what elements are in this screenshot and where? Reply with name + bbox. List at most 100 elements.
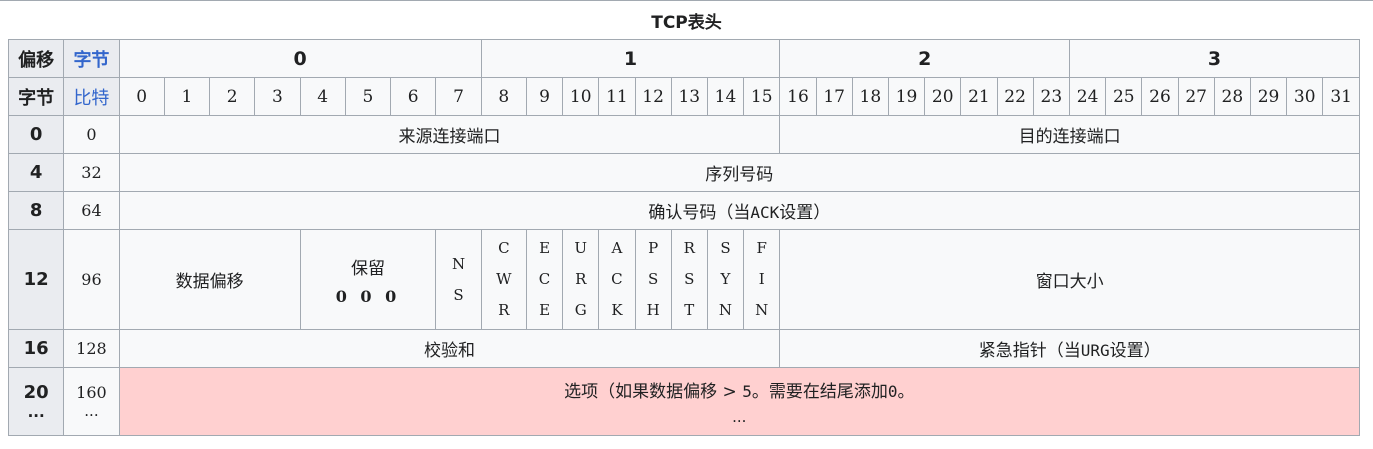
- reserved-field: 保留 0 0 0: [299, 229, 437, 330]
- options-label: 选项（如果数据偏移 > 5。需要在结尾添加0。: [564, 382, 914, 402]
- flag-letter: H: [646, 301, 660, 319]
- sequence-number-field: 序列号码: [118, 153, 1361, 192]
- urg-flag-name: URG: [1080, 341, 1110, 360]
- flag-fin: FIN: [743, 229, 781, 330]
- row-bit-offset-value: 160: [76, 383, 107, 402]
- bit-4-header: 4: [299, 77, 346, 116]
- ack-number-label: 确认号码（当: [648, 203, 751, 223]
- bit-2-header: 2: [209, 77, 256, 116]
- urgent-pointer-label-tail: 设置）: [1109, 341, 1161, 361]
- flag-letter: E: [539, 301, 551, 319]
- bit-6-header: 6: [390, 77, 437, 116]
- flag-letter: G: [574, 301, 587, 319]
- bit-27-header: 27: [1177, 77, 1215, 116]
- options-ellipsis: ...: [732, 408, 747, 426]
- bit-29-header: 29: [1249, 77, 1288, 116]
- bit-5-header: 5: [344, 77, 392, 116]
- source-port-field: 来源连接端口: [118, 115, 781, 154]
- reserved-label: 保留: [350, 258, 385, 279]
- bit-30-header: 30: [1286, 77, 1324, 116]
- flag-rst: RST: [670, 229, 708, 330]
- flag-letter: N: [718, 301, 733, 319]
- row-bit-offset: 64: [63, 191, 120, 230]
- row-offset: 16: [7, 329, 65, 368]
- flag-cwr: CWR: [480, 229, 527, 330]
- flag-letter: U: [574, 239, 588, 257]
- flag-ece: ECE: [525, 229, 564, 330]
- bit-10-header: 10: [562, 77, 600, 116]
- flag-syn: SYN: [706, 229, 745, 330]
- flag-letter: F: [756, 239, 767, 257]
- flag-letter: N: [451, 254, 466, 273]
- flag-letter: S: [453, 285, 464, 304]
- options-text-b: 5: [742, 382, 752, 401]
- top-rule: [0, 0, 1373, 1]
- ack-number-field: 确认号码（当ACK设置）: [118, 191, 1361, 230]
- row-offset: 0: [7, 115, 65, 154]
- bit-26-header: 26: [1141, 77, 1179, 116]
- bit-7-header: 7: [435, 77, 482, 116]
- flag-letter: R: [498, 301, 510, 319]
- urgent-pointer-field: 紧急指针（当URG设置）: [779, 329, 1360, 368]
- row-bit-offset: 160 ...: [63, 367, 120, 436]
- bit-14-header: 14: [706, 77, 745, 116]
- bit-header-row: 字节 比特 0 1 2 3 4 5 6 7 8 9 10 11 12 13 14 15 16 17 18 19 20 21…: [7, 77, 1360, 116]
- flag-letter: A: [611, 239, 623, 257]
- flag-letter: N: [755, 301, 769, 319]
- flag-letter: S: [647, 270, 659, 288]
- byte-0-header: 0: [118, 39, 482, 78]
- options-text-a: 选项（如果数据偏移 >: [564, 382, 743, 402]
- byte-header-row: 偏移 字节 0 1 2 3: [7, 39, 1360, 78]
- bit-21-header: 21: [960, 77, 998, 116]
- flag-ns: NS: [435, 229, 482, 330]
- row-offset: 20 ...: [7, 367, 65, 436]
- data-offset-field: 数据偏移: [118, 229, 301, 330]
- flag-letter: W: [496, 270, 512, 288]
- flag-letter: K: [611, 301, 623, 319]
- bit-label: 比特: [63, 77, 120, 116]
- options-field: 选项（如果数据偏移 > 5。需要在结尾添加0。 ...: [118, 367, 1361, 436]
- bit-20-header: 20: [924, 77, 962, 116]
- row-offset-0: 0 0 来源连接端口 目的连接端口: [7, 115, 1360, 154]
- row-offset-ellipsis: ...: [27, 403, 45, 421]
- flag-letter: R: [575, 270, 587, 288]
- row-offset-16: 16 128 校验和 紧急指针（当URG设置）: [7, 329, 1360, 368]
- destination-port-field: 目的连接端口: [779, 115, 1360, 154]
- offset-label: 偏移: [7, 39, 65, 78]
- bit-22-header: 22: [996, 77, 1034, 116]
- row-offset-20: 20 ... 160 ... 选项（如果数据偏移 > 5。需要在结尾添加0。 .…: [7, 367, 1361, 436]
- bit-24-header: 24: [1069, 77, 1107, 116]
- bit-1-header: 1: [163, 77, 211, 116]
- bit-19-header: 19: [887, 77, 926, 116]
- options-text-c: 。需要在结尾添加: [751, 382, 888, 402]
- ack-number-label-tail: 设置）: [779, 203, 831, 223]
- row-bit-offset: 32: [63, 153, 120, 192]
- flag-letter: E: [539, 239, 551, 257]
- bit-28-header: 28: [1213, 77, 1251, 116]
- bit-3-header: 3: [254, 77, 301, 116]
- byte-1-header: 1: [480, 39, 781, 78]
- bit-16-header: 16: [779, 77, 817, 116]
- row-bit-offset-ellipsis: ...: [84, 402, 99, 420]
- row-offset: 12: [7, 229, 65, 330]
- ack-flag-name: ACK: [750, 203, 780, 222]
- row-bit-offset: 96: [63, 229, 120, 330]
- bit-18-header: 18: [851, 77, 889, 116]
- byte-label-left: 字节: [7, 77, 65, 116]
- flag-letter: S: [684, 270, 695, 288]
- byte-3-header: 3: [1069, 39, 1360, 78]
- bit-12-header: 12: [634, 77, 672, 116]
- bit-17-header: 17: [815, 77, 853, 116]
- byte-2-header: 2: [779, 39, 1071, 78]
- bit-0-header: 0: [118, 77, 165, 116]
- bit-13-header: 13: [670, 77, 708, 116]
- options-text-e: 。: [897, 382, 915, 402]
- tcp-header-table: 偏移 字节 0 1 2 3 字节 比特 0 1 2 3 4 5 6 7 8 9 10 11 12 13 14…: [7, 39, 1361, 436]
- flag-letter: C: [538, 270, 551, 288]
- byte-label: 字节: [63, 39, 120, 78]
- bit-25-header: 25: [1105, 77, 1143, 116]
- flag-letter: T: [684, 301, 695, 319]
- flag-letter: I: [758, 270, 765, 288]
- row-offset: 8: [7, 191, 65, 230]
- reserved-bits: 0 0 0: [335, 286, 401, 306]
